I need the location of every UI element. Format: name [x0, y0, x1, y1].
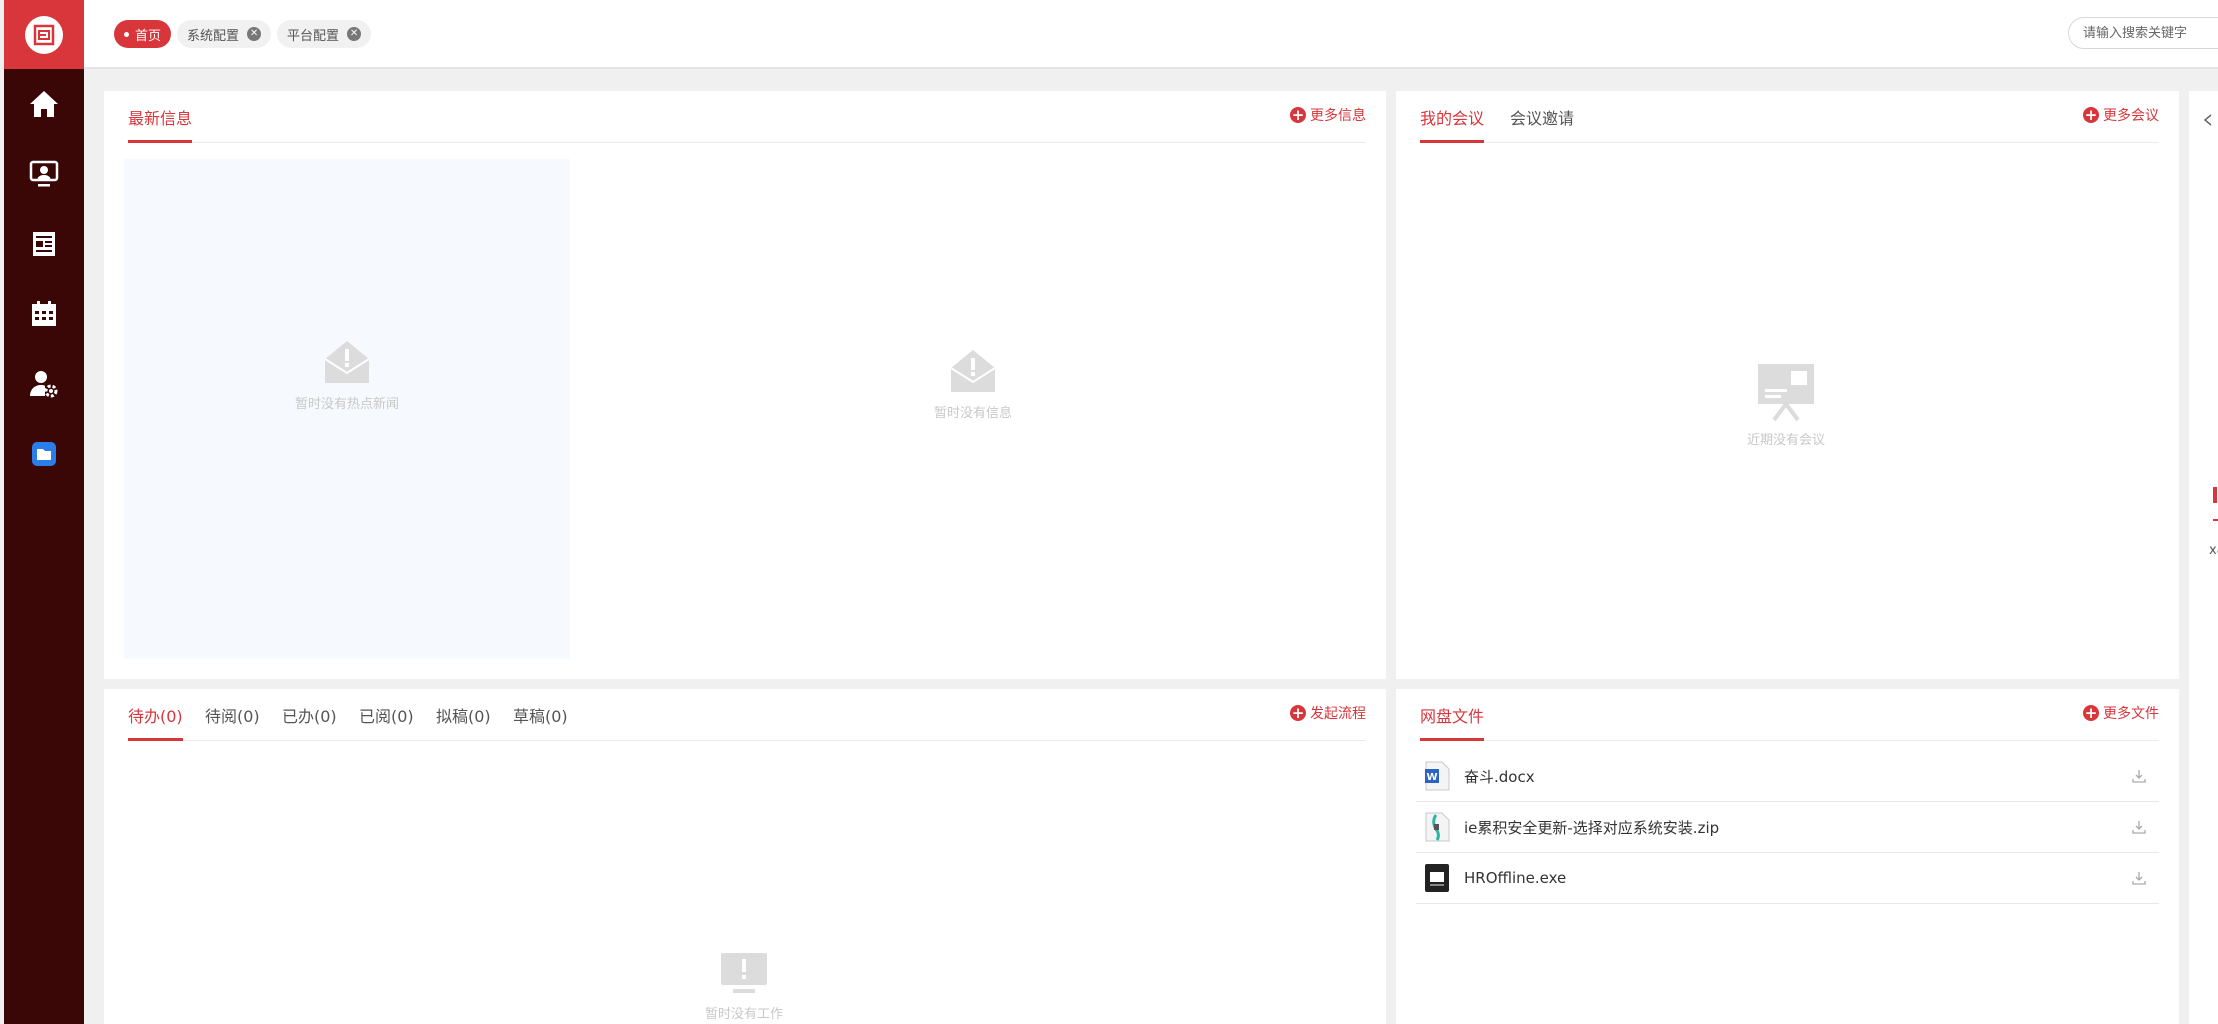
panel-header: 我的会议 会议邀请 + 更多会议	[1420, 91, 2159, 143]
active-dot	[124, 31, 129, 37]
more-label: 发起流程	[1310, 706, 1366, 722]
home-icon	[30, 91, 58, 117]
top-bar: 首页 系统配置 ✕ 平台配置 ✕	[84, 0, 2218, 69]
sidebar-item-news[interactable]	[4, 209, 84, 279]
meeting-panel: 我的会议 会议邀请 + 更多会议 近期没有会议	[1396, 91, 2179, 679]
info-empty: 暂时没有信息	[934, 346, 1012, 421]
sidebar	[4, 0, 84, 1024]
search-input[interactable]	[2068, 17, 2218, 49]
file-row[interactable]: W 奋斗.docx	[1416, 751, 2159, 802]
user-settings-icon	[30, 371, 58, 398]
envelope-alert-icon	[324, 341, 370, 383]
tab-done[interactable]: 已办(0)	[282, 703, 337, 741]
download-icon[interactable]	[2131, 870, 2147, 886]
chevron-left-icon[interactable]	[2202, 113, 2214, 127]
folder-icon	[32, 442, 56, 466]
empty-text: 暂时没有热点新闻	[294, 397, 399, 412]
work-empty: 暂时没有工作	[674, 951, 814, 1022]
tab-label: 平台配置	[287, 28, 340, 44]
file-name: 奋斗.docx	[1464, 767, 1535, 786]
svg-text:W: W	[1426, 772, 1437, 783]
tab-cloud-files[interactable]: 网盘文件	[1420, 703, 1485, 741]
more-label: 更多信息	[1310, 108, 1366, 124]
tab-drafts[interactable]: 草稿(0)	[513, 703, 568, 741]
more-meetings-link[interactable]: + 更多会议	[2083, 105, 2159, 125]
sidebar-item-user-settings[interactable]	[4, 349, 84, 419]
file-name: HROffline.exe	[1464, 869, 1567, 887]
tab-my-meetings[interactable]: 我的会议	[1420, 105, 1485, 143]
monitor-alert-icon	[721, 953, 767, 993]
tab-label: 首页	[135, 28, 162, 44]
meeting-empty: 近期没有会议	[1716, 361, 1856, 448]
tab-system-config[interactable]: 系统配置 ✕	[177, 20, 272, 48]
panel-header: 网盘文件 + 更多文件	[1420, 689, 2159, 741]
hot-news-empty: 暂时没有热点新闻	[124, 337, 570, 412]
sidebar-item-files[interactable]	[4, 419, 84, 489]
empty-text: 暂时没有工作	[704, 1007, 783, 1022]
file-row[interactable]: HROffline.exe	[1416, 853, 2159, 904]
sidebar-item-meeting[interactable]	[4, 139, 84, 209]
more-label: 更多文件	[2103, 706, 2159, 722]
tab-home[interactable]: 首页	[114, 20, 172, 48]
plus-icon: +	[1290, 106, 1306, 124]
plus-icon: +	[1290, 704, 1306, 722]
drawer-tab-underline	[2213, 519, 2218, 521]
work-panel: 待办(0) 待阅(0) 已办(0) 已阅(0) 拟稿(0) 草稿(0) + 发起…	[104, 689, 1386, 1024]
news-panel: 最新信息 + 更多信息 暂时没有热点新闻 暂时没有信息	[104, 91, 1386, 679]
tab-label: 系统配置	[187, 28, 240, 44]
word-file-icon: W	[1425, 761, 1450, 791]
start-process-link[interactable]: + 发起流程	[1290, 703, 1366, 723]
more-files-link[interactable]: + 更多文件	[2083, 703, 2159, 723]
file-name: ie累积安全更新-选择对应系统安装.zip	[1464, 818, 1720, 837]
more-info-link[interactable]: + 更多信息	[1290, 105, 1366, 125]
envelope-alert-icon	[950, 350, 996, 392]
tab-platform-config[interactable]: 平台配置 ✕	[277, 20, 372, 48]
tab-drafting[interactable]: 拟稿(0)	[436, 703, 491, 741]
more-label: 更多会议	[2103, 108, 2159, 124]
tab-to-read[interactable]: 待阅(0)	[205, 703, 260, 741]
exe-file-icon	[1425, 864, 1449, 892]
logo[interactable]	[4, 0, 84, 69]
tab-read[interactable]: 已阅(0)	[359, 703, 414, 741]
plus-icon: +	[2083, 106, 2099, 124]
download-icon[interactable]	[2131, 819, 2147, 835]
side-drawer-panel: xa	[2189, 91, 2218, 1024]
calendar-icon	[32, 301, 56, 326]
panel-header: 最新信息 + 更多信息	[128, 91, 1366, 143]
empty-text: 暂时没有信息	[934, 406, 1013, 421]
files-panel: 网盘文件 + 更多文件 W 奋斗.docx ie累积安全更新-选择对应系统安装.…	[1396, 689, 2179, 1024]
tab-meeting-invites[interactable]: 会议邀请	[1510, 105, 1574, 143]
monitor-user-icon	[29, 160, 59, 187]
drawer-text: xa	[2209, 543, 2218, 558]
sidebar-item-home[interactable]	[4, 69, 84, 139]
drawer-tab-marker	[2213, 487, 2217, 503]
logo-icon	[25, 15, 63, 54]
hot-news-area: 暂时没有热点新闻	[124, 159, 570, 659]
zip-file-icon	[1425, 812, 1450, 842]
close-icon[interactable]: ✕	[347, 27, 362, 41]
empty-text: 近期没有会议	[1746, 433, 1825, 448]
tab-latest-info[interactable]: 最新信息	[128, 105, 193, 143]
sidebar-item-calendar[interactable]	[4, 279, 84, 349]
panel-header: 待办(0) 待阅(0) 已办(0) 已阅(0) 拟稿(0) 草稿(0) + 发起…	[128, 689, 1366, 741]
news-icon	[33, 232, 55, 256]
close-icon[interactable]: ✕	[247, 27, 262, 41]
plus-icon: +	[2083, 704, 2099, 722]
projector-screen-icon	[1758, 364, 1814, 422]
download-icon[interactable]	[2131, 768, 2147, 784]
file-row[interactable]: ie累积安全更新-选择对应系统安装.zip	[1416, 802, 2159, 853]
tab-todo[interactable]: 待办(0)	[128, 703, 183, 741]
